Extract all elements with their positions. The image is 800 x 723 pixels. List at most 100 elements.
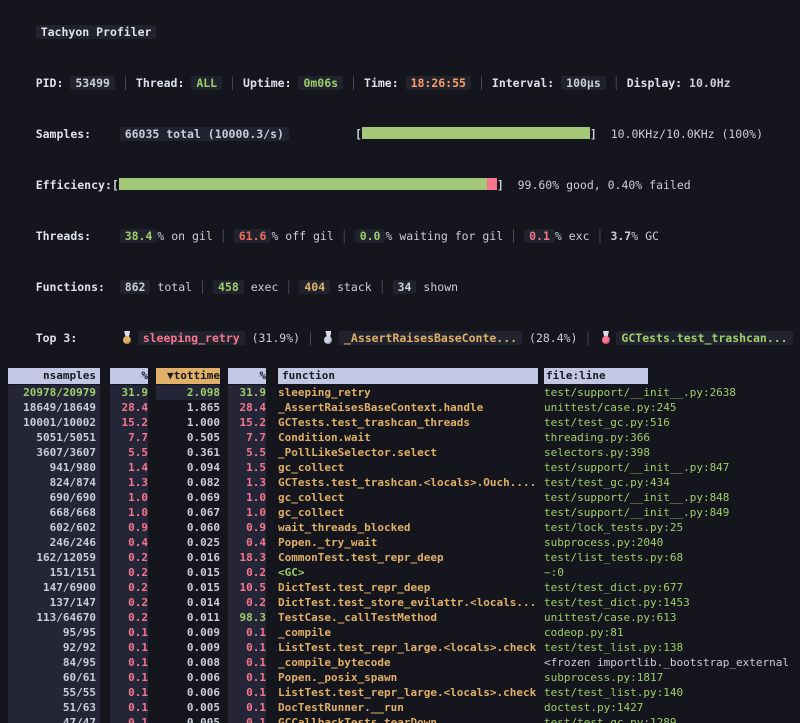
function-cell: DocTestRunner.__run xyxy=(278,700,538,715)
bar-open-bracket: [ xyxy=(355,127,362,141)
tottime-cell: 0.014 xyxy=(156,595,220,610)
functions-shown-suffix: shown xyxy=(423,280,458,294)
table-row[interactable]: 60/61 0.1 0.006 0.1 Popen._posix_spawn s… xyxy=(8,670,800,685)
efficiency-line: Efficiency:[] 99.60% good, 0.40% failed xyxy=(8,160,800,211)
pct-cumulative-cell: 1.0 xyxy=(228,490,266,505)
table-row[interactable]: 151/151 0.2 0.015 0.2 <GC> ~:0 xyxy=(8,565,800,580)
separator: │ xyxy=(606,76,627,90)
functions-total-value: 862 xyxy=(120,280,151,294)
file-line-cell: test/lock_tests.py:25 xyxy=(544,520,800,535)
file-line-cell: subprocess.py:2040 xyxy=(544,535,800,550)
nsamples-cell: 60/61 xyxy=(8,670,100,685)
table-row[interactable]: 18649/18649 28.4 1.865 28.4 _AssertRaise… xyxy=(8,400,800,415)
nsamples-cell: 95/95 xyxy=(8,625,100,640)
thread-value[interactable]: ALL xyxy=(191,76,222,90)
nsamples-cell: 55/55 xyxy=(8,685,100,700)
efficiency-bar-good xyxy=(119,178,487,190)
function-cell: TestCase._callTestMethod xyxy=(278,610,538,625)
table-row[interactable]: 5051/5051 7.7 0.505 7.7 Condition.wait t… xyxy=(8,430,800,445)
tottime-cell: 0.009 xyxy=(156,625,220,640)
table-row[interactable]: 51/63 0.1 0.005 0.1 DocTestRunner.__run … xyxy=(8,700,800,715)
pct-cumulative-cell: 10.5 xyxy=(228,580,266,595)
efficiency-bar-failed xyxy=(487,178,497,190)
table-row[interactable]: 246/246 0.4 0.025 0.4 Popen._try_wait su… xyxy=(8,535,800,550)
table-row[interactable]: 84/95 0.1 0.008 0.1 _compile_bytecode <f… xyxy=(8,655,800,670)
top3-first-pct: (31.9%) xyxy=(252,331,300,345)
threads-waiting-suffix: % waiting for gil xyxy=(385,229,503,243)
file-line-cell: doctest.py:1427 xyxy=(544,700,800,715)
table-row[interactable]: 147/6900 0.2 0.015 10.5 DictTest.test_re… xyxy=(8,580,800,595)
threads-off-gil-suffix: % off gil xyxy=(271,229,333,243)
function-cell: GCTests.test_trashcan.<locals>.Ouch.... xyxy=(278,475,538,490)
pct-direct-cell: 0.1 xyxy=(110,715,148,723)
functions-shown-value: 34 xyxy=(393,280,417,294)
table-row[interactable]: 668/668 1.0 0.067 1.0 gc_collect test/su… xyxy=(8,505,800,520)
tottime-cell: 0.361 xyxy=(156,445,220,460)
tottime-cell: 0.005 xyxy=(156,700,220,715)
pct-direct-cell: 0.1 xyxy=(110,640,148,655)
separator: │ xyxy=(278,280,299,294)
table-row[interactable]: 690/690 1.0 0.069 1.0 gc_collect test/su… xyxy=(8,490,800,505)
function-cell: wait_threads_blocked xyxy=(278,520,538,535)
table-row[interactable]: 113/64670 0.2 0.011 98.3 TestCase._callT… xyxy=(8,610,800,625)
file-line-cell: ~:0 xyxy=(544,565,800,580)
function-cell: gc_collect xyxy=(278,490,538,505)
efficiency-summary: 99.60% good, 0.40% failed xyxy=(518,178,691,192)
col-header-pct-cumulative[interactable]: % xyxy=(228,368,266,384)
col-header-tottime-sorted[interactable]: ▼tottime xyxy=(156,368,220,384)
interval-value: 100µs xyxy=(561,76,606,90)
col-header-pct-direct[interactable]: % xyxy=(110,368,148,384)
table-row[interactable]: 162/12059 0.2 0.016 18.3 CommonTest.test… xyxy=(8,550,800,565)
pct-direct-cell: 0.2 xyxy=(110,610,148,625)
samples-summary: 66035 total (10000.3/s) xyxy=(120,127,289,141)
table-row[interactable]: 10001/10002 15.2 1.000 15.2 GCTests.test… xyxy=(8,415,800,430)
col-header-function[interactable]: function xyxy=(278,368,538,384)
table-row[interactable]: 824/874 1.3 0.082 1.3 GCTests.test_trash… xyxy=(8,475,800,490)
app-title: Tachyon Profiler xyxy=(36,25,157,39)
pct-cumulative-cell: 0.1 xyxy=(228,625,266,640)
function-cell: Popen._try_wait xyxy=(278,535,538,550)
function-cell: Condition.wait xyxy=(278,430,538,445)
pct-cumulative-cell: 0.1 xyxy=(228,670,266,685)
table-row[interactable]: 55/55 0.1 0.006 0.1 ListTest.test_repr_l… xyxy=(8,685,800,700)
nsamples-cell: 20978/20979 xyxy=(8,385,100,400)
separator: │ xyxy=(372,280,393,294)
function-cell: Popen._posix_spawn xyxy=(278,670,538,685)
col-header-file-line[interactable]: file:line xyxy=(544,368,648,384)
nsamples-cell: 602/602 xyxy=(8,520,100,535)
tottime-cell: 0.006 xyxy=(156,670,220,685)
pct-cumulative-cell: 15.2 xyxy=(228,415,266,430)
function-cell: _PollLikeSelector.select xyxy=(278,445,538,460)
file-line-cell: test/test_dict.py:677 xyxy=(544,580,800,595)
bar-close-bracket: ] xyxy=(590,127,597,141)
top3-first-name[interactable]: sleeping_retry xyxy=(138,331,245,345)
file-line-cell: test/support/__init__.py:2638 xyxy=(544,385,800,400)
file-line-cell: unittest/case.py:245 xyxy=(544,400,800,415)
silver-medal-icon xyxy=(323,331,334,345)
pct-direct-cell: 0.1 xyxy=(110,700,148,715)
pct-direct-cell: 5.5 xyxy=(110,445,148,460)
tottime-cell: 0.060 xyxy=(156,520,220,535)
function-cell: GCTests.test_trashcan_threads xyxy=(278,415,538,430)
table-row[interactable]: 137/147 0.2 0.014 0.2 DictTest.test_stor… xyxy=(8,595,800,610)
nsamples-cell: 51/63 xyxy=(8,700,100,715)
table-row[interactable]: 92/92 0.1 0.009 0.1 ListTest.test_repr_l… xyxy=(8,640,800,655)
top3-second-name[interactable]: _AssertRaisesBaseConte... xyxy=(339,331,522,345)
nsamples-cell: 941/980 xyxy=(8,460,100,475)
table-row[interactable]: 3607/3607 5.5 0.361 5.5 _PollLikeSelecto… xyxy=(8,445,800,460)
table-row[interactable]: 95/95 0.1 0.009 0.1 _compile codeop.py:8… xyxy=(8,625,800,640)
separator: │ xyxy=(300,331,321,345)
display-value: 10.0Hz xyxy=(689,76,731,90)
table-row[interactable]: 941/980 1.4 0.094 1.5 gc_collect test/su… xyxy=(8,460,800,475)
pct-cumulative-cell: 0.1 xyxy=(228,715,266,723)
table-row[interactable]: 20978/20979 31.9 2.098 31.9 sleeping_ret… xyxy=(8,385,800,400)
col-header-nsamples[interactable]: nsamples xyxy=(8,368,100,384)
table-row[interactable]: 602/602 0.9 0.060 0.9 wait_threads_block… xyxy=(8,520,800,535)
file-line-cell: <frozen importlib._bootstrap_external xyxy=(544,655,800,670)
table-row[interactable]: 47/47 0.1 0.005 0.1 GCCallbackTests.tear… xyxy=(8,715,800,723)
samples-rate: 10.0KHz/10.0KHz (100%) xyxy=(611,127,763,141)
top3-third-name[interactable]: GCTests.test_trashcan... xyxy=(616,331,792,345)
pct-cumulative-cell: 0.9 xyxy=(228,520,266,535)
file-line-cell: test/test_list.py:138 xyxy=(544,640,800,655)
pct-direct-cell: 1.0 xyxy=(110,490,148,505)
